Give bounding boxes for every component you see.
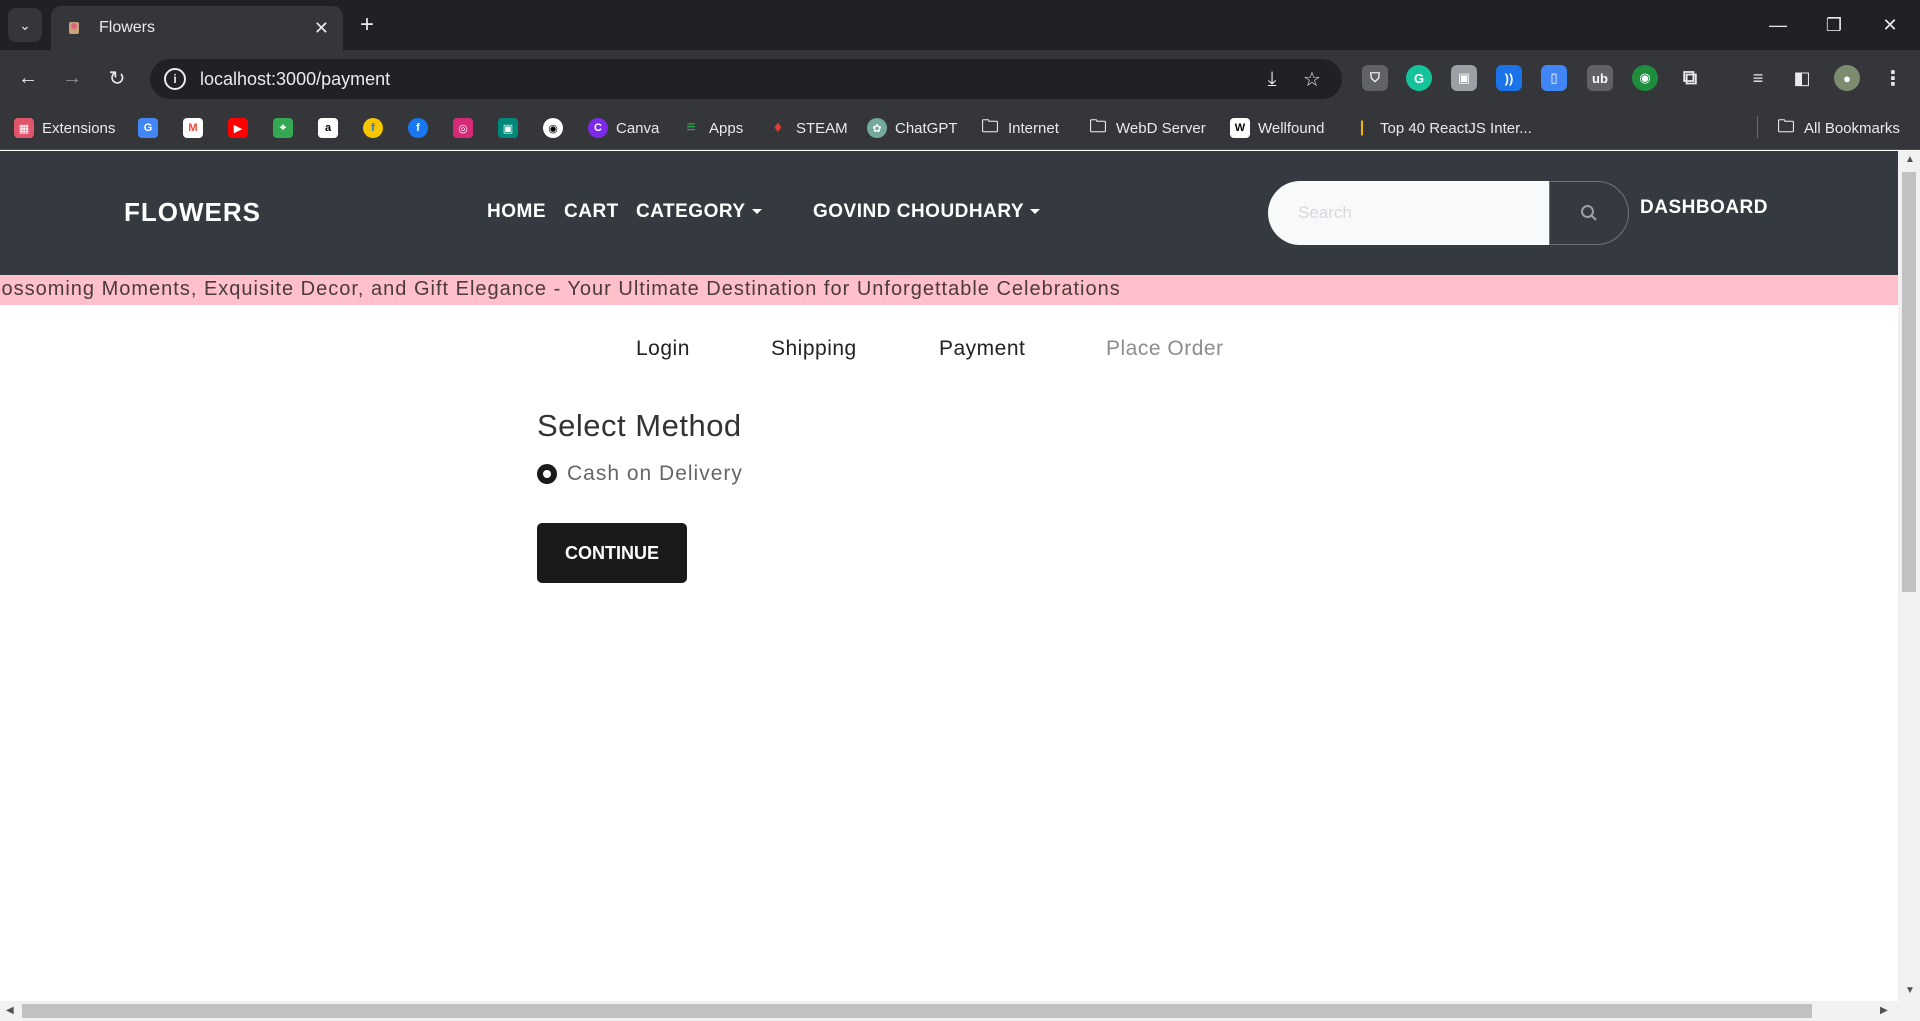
canva-icon: C (588, 118, 608, 138)
minimize-icon[interactable]: — (1750, 0, 1806, 50)
bookmark-react[interactable]: | Top 40 ReactJS Inter... (1352, 113, 1532, 143)
bookmarks-divider (1757, 116, 1758, 138)
bookmark-flipkart[interactable]: f (363, 113, 391, 143)
radio-dot (543, 470, 551, 478)
youtube-icon: ▶ (228, 118, 248, 138)
maps-icon: ⌖ (273, 118, 293, 138)
forward-icon[interactable]: → (57, 63, 87, 93)
continue-button[interactable]: CONTINUE (537, 523, 687, 583)
side-panel-icon[interactable]: ◧ (1789, 65, 1815, 91)
caret-down-icon (751, 209, 762, 215)
close-window-icon[interactable]: ✕ (1862, 0, 1918, 50)
bookmark-github[interactable]: ◉ (543, 113, 571, 143)
reload-icon[interactable]: ↻ (102, 63, 132, 93)
bookmark-all[interactable]: 🗀 All Bookmarks (1776, 113, 1900, 143)
payment-method-option[interactable]: Cash on Delivery (537, 462, 743, 486)
step-place-order: Place Order (1106, 337, 1224, 360)
bookmark-canva[interactable]: C Canva (588, 113, 659, 143)
scroll-left-arrow-icon[interactable]: ◀ (6, 1005, 14, 1016)
folder-icon: 🗀 (981, 116, 999, 136)
search-input[interactable] (1268, 181, 1550, 245)
media-control-icon[interactable]: ≡ (1745, 65, 1771, 91)
scroll-right-arrow-icon[interactable]: ▶ (1880, 1005, 1888, 1016)
promo-banner: lossoming Moments, Exquisite Decor, and … (0, 275, 1898, 305)
facebook-icon: f (408, 118, 428, 138)
extension-icon[interactable]: )) (1496, 65, 1522, 91)
bookmark-facebook[interactable]: f (408, 113, 436, 143)
folder-icon: 🗀 (1777, 116, 1795, 136)
vertical-scroll-thumb[interactable] (1902, 172, 1916, 592)
nav-category-dropdown[interactable]: CATEGORY (636, 201, 762, 223)
bookmark-extensions[interactable]: ▦ Extensions (14, 113, 115, 143)
extension-icon[interactable]: ◉ (1632, 65, 1658, 91)
site-info-icon[interactable]: i (164, 68, 186, 90)
instagram-icon: ◎ (453, 118, 473, 138)
extension-icon[interactable]: ▣ (1451, 65, 1477, 91)
chatgpt-icon: ✿ (867, 118, 887, 138)
apps-icon: ≡ (686, 119, 696, 136)
caret-down-icon (1030, 209, 1041, 215)
url-text: localhost:3000/payment (200, 68, 391, 89)
restore-icon[interactable]: ❐ (1806, 0, 1862, 50)
grammarly-icon[interactable]: G (1406, 65, 1432, 91)
flipkart-icon: f (363, 118, 383, 138)
step-payment[interactable]: Payment (939, 337, 1025, 361)
promo-banner-text: lossoming Moments, Exquisite Decor, and … (0, 278, 1121, 300)
bookmark-amazon[interactable]: a (318, 113, 346, 143)
tab-search-button[interactable]: ⌄ (8, 8, 42, 42)
wellfound-icon: W (1230, 118, 1250, 138)
browser-tab[interactable]: Flowers ✕ (51, 6, 343, 50)
google-meet-icon: ▣ (498, 118, 518, 138)
cod-radio[interactable] (537, 464, 557, 484)
tab-title: Flowers (99, 19, 156, 36)
amazon-icon: a (318, 118, 338, 138)
scroll-down-arrow-icon[interactable]: ▼ (1905, 985, 1915, 996)
ublock-icon[interactable]: ub (1587, 65, 1613, 91)
puzzle-extensions-icon[interactable]: ⧉ (1677, 65, 1703, 91)
bookmark-gmail[interactable]: M (183, 113, 211, 143)
cod-label[interactable]: Cash on Delivery (567, 462, 743, 486)
step-login[interactable]: Login (636, 337, 690, 361)
gmail-icon: M (183, 118, 203, 138)
step-shipping[interactable]: Shipping (771, 337, 857, 361)
bookmark-translate[interactable]: G (138, 113, 166, 143)
flower-favicon-icon (65, 19, 83, 37)
bookmark-youtube[interactable]: ▶ (228, 113, 256, 143)
bookmark-wellfound[interactable]: W Wellfound (1230, 113, 1324, 143)
bookmark-apps[interactable]: ≡ Apps (681, 113, 743, 143)
page-title: Select Method (537, 408, 742, 443)
extensions-favicon-icon: ▦ (14, 118, 34, 138)
search-icon (1581, 205, 1597, 221)
bookmark-star-icon[interactable]: ☆ (1297, 64, 1327, 94)
bookmark-page-icon: | (1359, 119, 1365, 136)
bookmark-chatgpt[interactable]: ✿ ChatGPT (867, 113, 958, 143)
horizontal-scroll-thumb[interactable] (22, 1004, 1812, 1018)
extension-icon[interactable]: ▯ (1541, 65, 1567, 91)
back-icon[interactable]: ← (13, 63, 43, 93)
profile-avatar[interactable]: ● (1834, 65, 1860, 91)
address-bar[interactable]: i localhost:3000/payment (150, 59, 1342, 99)
close-tab-icon[interactable]: ✕ (314, 18, 329, 39)
brand-logo[interactable]: FLOWERS (124, 197, 261, 228)
steam-icon: ♦ (773, 119, 783, 136)
nav-cart[interactable]: CART (564, 201, 619, 223)
scroll-up-arrow-icon[interactable]: ▲ (1905, 154, 1915, 165)
search-button[interactable] (1549, 181, 1629, 245)
nav-home[interactable]: HOME (487, 201, 546, 223)
bookmark-steam[interactable]: ♦ STEAM (768, 113, 848, 143)
shield-extension-icon[interactable]: ⛉ (1362, 65, 1388, 91)
folder-icon: 🗀 (1089, 116, 1107, 136)
google-translate-icon: G (138, 118, 158, 138)
install-app-icon[interactable]: ⤓ (1257, 64, 1287, 94)
bookmark-folder-internet[interactable]: 🗀 Internet (980, 113, 1059, 143)
new-tab-button[interactable]: + (352, 10, 382, 40)
bookmark-instagram[interactable]: ◎ (453, 113, 481, 143)
bookmark-maps[interactable]: ⌖ (273, 113, 301, 143)
bookmark-meet[interactable]: ▣ (498, 113, 526, 143)
github-icon: ◉ (543, 118, 563, 138)
nav-user-dropdown[interactable]: GOVIND CHOUDHARY (813, 201, 1041, 223)
nav-dashboard[interactable]: DASHBOARD (1640, 197, 1768, 219)
bookmark-folder-webd[interactable]: 🗀 WebD Server (1088, 113, 1206, 143)
browser-menu-icon[interactable]: ⋮ (1880, 65, 1906, 91)
